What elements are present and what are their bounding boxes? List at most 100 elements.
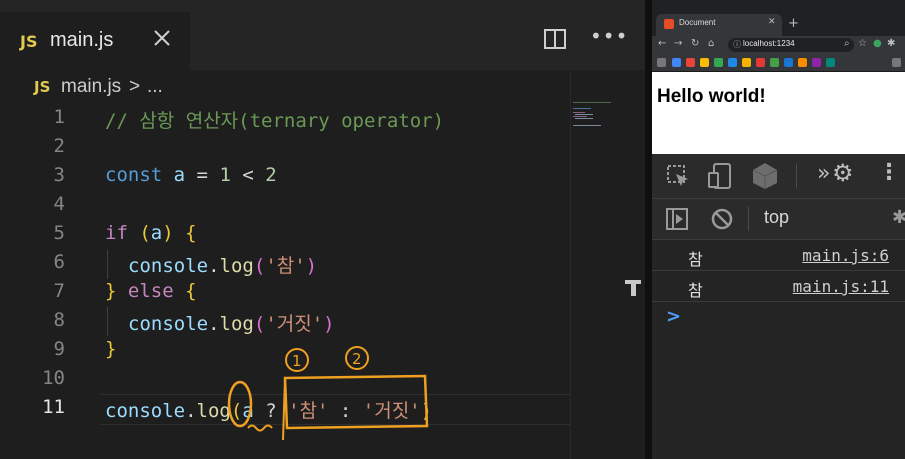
bookmark-star-icon[interactable]: ☆ (858, 38, 867, 49)
code-text: console.log(a ? '참' : '거짓') (105, 396, 432, 423)
home-icon[interactable]: ⌂ (708, 38, 714, 49)
code-editor[interactable]: JS main.js ••• JS main.js > ... 1 // 삼항 연… (0, 0, 645, 459)
gear-icon[interactable]: ⚙ (832, 159, 854, 187)
code-token: 1 (219, 164, 231, 186)
editor-tab-main-js[interactable]: JS main.js (0, 12, 190, 70)
bookmark-icon[interactable] (672, 58, 681, 67)
address-bar[interactable]: ⓘ localhost:1234 (728, 38, 854, 52)
browser-window: Document ✕ + ← → ↻ ⌂ ⓘ localhost:1234 ⌕ … (652, 0, 905, 459)
forward-arrow-icon[interactable]: → (674, 38, 682, 49)
line-number: 5 (53, 222, 65, 244)
code-line[interactable]: 3 const a = 1 < 2 (0, 162, 570, 191)
bookmark-icon[interactable] (742, 58, 751, 67)
bookmark-icon[interactable] (770, 58, 779, 67)
indent-guide (107, 307, 108, 336)
bookmark-icon[interactable] (826, 58, 835, 67)
bookmark-icon[interactable] (700, 58, 709, 67)
inspect-element-icon[interactable] (666, 164, 690, 188)
puzzle-extensions-icon[interactable]: ✱ (887, 38, 895, 49)
code-token: { (185, 280, 197, 302)
code-token: if (105, 222, 128, 244)
console-prompt-icon[interactable]: > (666, 306, 681, 327)
code-line[interactable]: 2 (0, 133, 570, 162)
breadcrumb-symbol[interactable]: ... (147, 76, 163, 98)
page-heading: Hello world! (657, 86, 766, 107)
close-icon[interactable] (150, 26, 174, 50)
line-number: 9 (53, 338, 65, 360)
line-number: 2 (53, 135, 65, 157)
kebab-menu-icon[interactable]: ⋮ (878, 160, 900, 185)
cube-extension-icon[interactable] (752, 162, 778, 190)
more-actions-icon[interactable]: ••• (590, 24, 628, 48)
html5-favicon-icon (664, 19, 674, 29)
code-line[interactable]: 5 if (a) { (0, 220, 570, 249)
code-token: : (328, 400, 363, 422)
code-token: ) (323, 313, 335, 335)
code-token: = (185, 164, 220, 186)
close-icon[interactable]: ✕ (768, 17, 776, 27)
device-toolbar-icon[interactable] (708, 163, 732, 189)
web-page-viewport: Hello world! (652, 72, 905, 154)
code-line[interactable]: 10 (0, 365, 570, 394)
js-context-selector[interactable]: top (764, 207, 789, 228)
code-token: . (208, 313, 220, 335)
code-token: const (105, 164, 163, 186)
line-number: 10 (42, 367, 65, 389)
split-editor-icon[interactable] (544, 29, 566, 49)
toolbar-separator (748, 207, 749, 231)
settings-icon[interactable]: ✱ (892, 207, 905, 228)
console-source-link[interactable]: main.js:6 (802, 246, 889, 265)
console-message-text: 참 (688, 250, 703, 269)
code-line[interactable]: 6 console.log('참') (0, 249, 570, 278)
address-url: localhost:1234 (743, 39, 795, 48)
bookmark-icon[interactable] (784, 58, 793, 67)
code-line[interactable]: 9} (0, 336, 570, 365)
code-token: ( (253, 255, 266, 277)
vertical-ruler (570, 70, 571, 459)
code-token: a (173, 164, 186, 186)
code-token: console (128, 313, 209, 335)
back-arrow-icon[interactable]: ← (658, 38, 666, 49)
bookmark-icon[interactable] (756, 58, 765, 67)
reload-icon[interactable]: ↻ (691, 38, 699, 49)
console-message-text: 참 (688, 281, 703, 300)
browser-tab[interactable]: Document ✕ (656, 14, 782, 36)
show-sidebar-icon[interactable] (666, 208, 688, 230)
browser-toolbar: ← → ↻ ⌂ ⓘ localhost:1234 ⌕ ☆ ● ✱ (652, 36, 905, 54)
code-line[interactable]: 8 console.log('거짓') (0, 307, 570, 336)
code-line[interactable]: 1 // 삼항 연산자(ternary operator) (0, 104, 570, 133)
code-token: log (219, 255, 254, 277)
bookmark-icon[interactable] (728, 58, 737, 67)
bookmark-icon[interactable] (798, 58, 807, 67)
code-line[interactable]: 7} else { (0, 278, 570, 307)
zoom-icon[interactable]: ⌕ (844, 38, 850, 49)
line-number: 8 (53, 309, 65, 331)
code-token: log (219, 313, 254, 335)
line-number: 1 (53, 106, 65, 128)
more-panels-icon[interactable]: » (817, 161, 830, 186)
code-text: if (a) { (105, 222, 197, 244)
code-token: ( (253, 313, 266, 335)
breadcrumb-file[interactable]: main.js (61, 76, 121, 98)
line-number: 6 (53, 251, 65, 273)
code-line[interactable]: 11 console.log(a ? '참' : '거짓') (0, 394, 570, 423)
apps-icon[interactable] (657, 58, 666, 67)
chevron-right-icon: > (129, 76, 141, 97)
bookmark-icon[interactable] (812, 58, 821, 67)
extension-icon[interactable]: ● (873, 38, 882, 49)
line-number: 3 (53, 164, 65, 186)
minimap[interactable] (573, 100, 628, 130)
code-token: ) (420, 400, 433, 422)
clear-console-icon[interactable] (711, 208, 733, 230)
browser-tab-title: Document (679, 18, 716, 27)
code-text: console.log('참') (128, 251, 317, 278)
bookmark-icon[interactable] (686, 58, 695, 67)
console-message: 참 main.js:6 (652, 240, 905, 271)
indent-guide (107, 250, 108, 279)
other-bookmarks-icon[interactable] (892, 58, 901, 67)
console-source-link[interactable]: main.js:11 (793, 277, 889, 296)
bookmark-icon[interactable] (714, 58, 723, 67)
new-tab-icon[interactable]: + (788, 16, 799, 31)
code-line[interactable]: 4 (0, 191, 570, 220)
